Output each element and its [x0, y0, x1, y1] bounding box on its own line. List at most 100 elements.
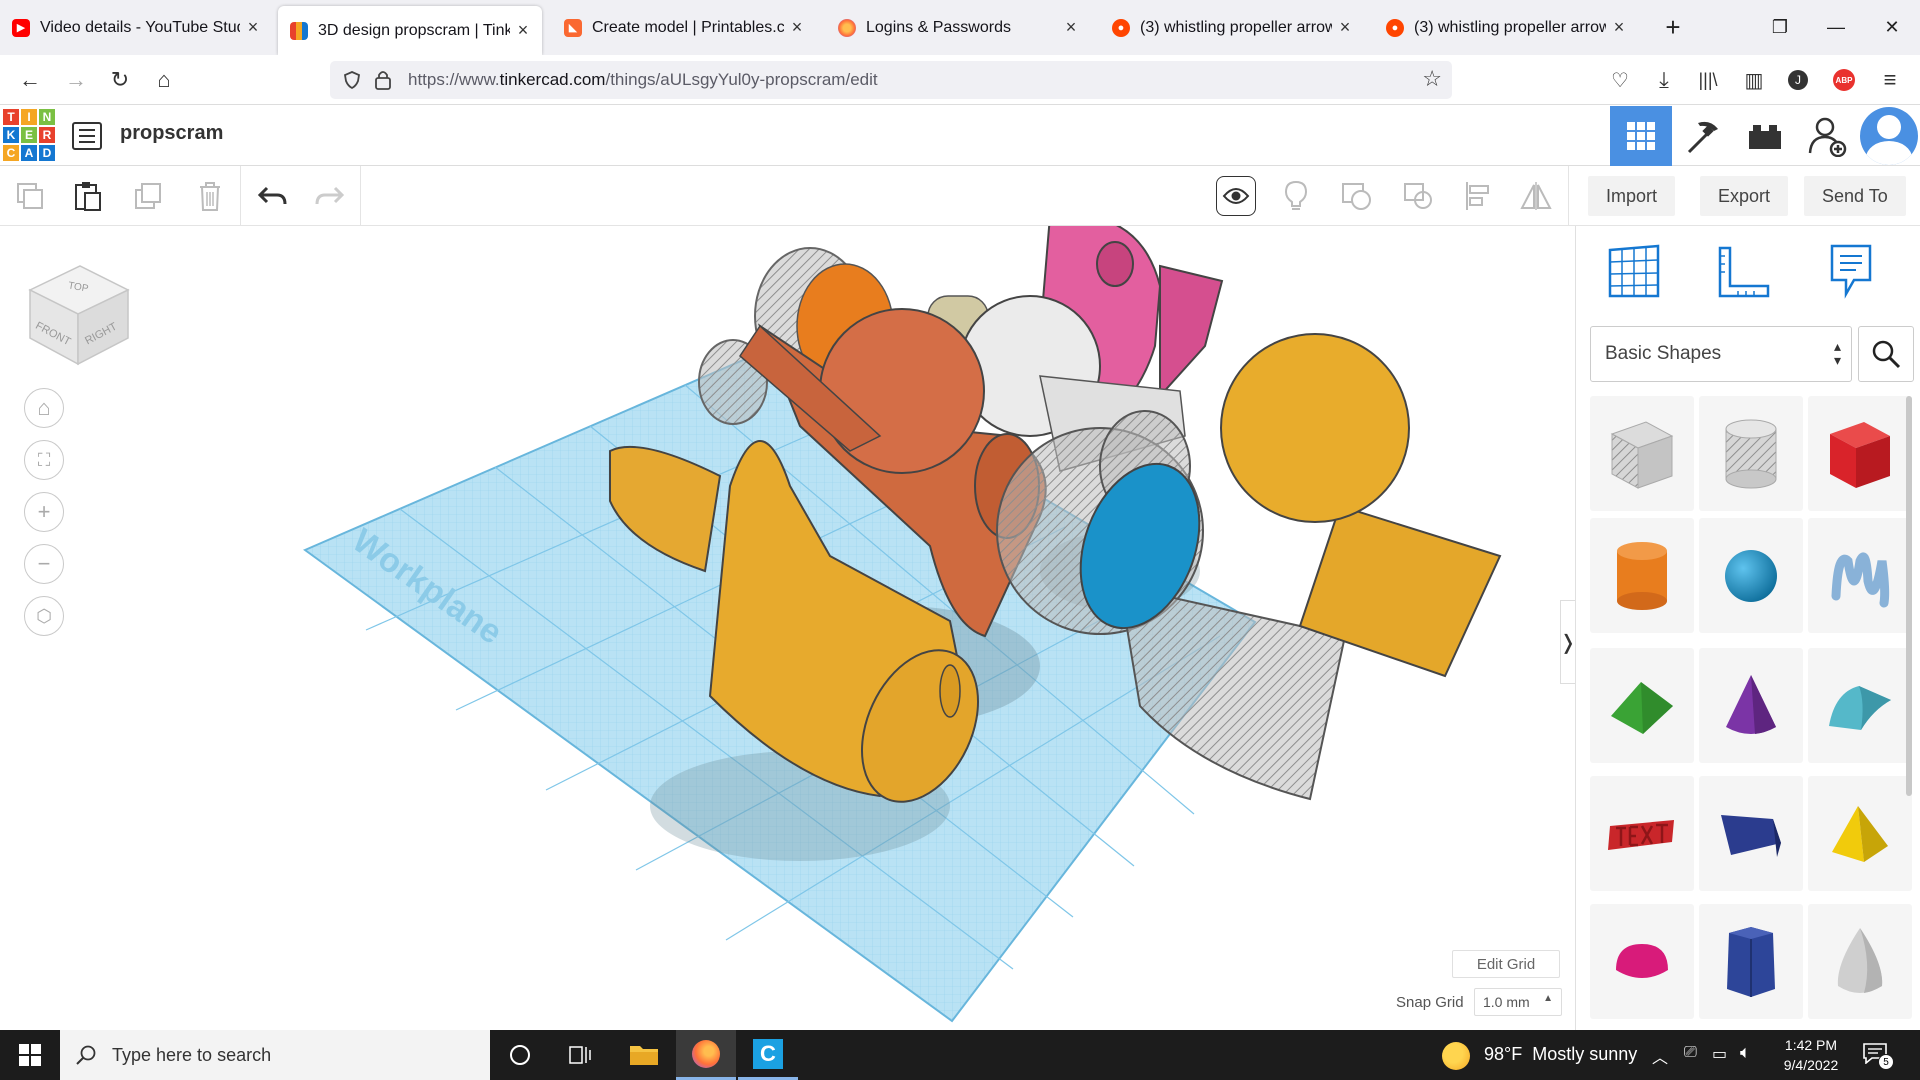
invite-user-button[interactable]	[1796, 106, 1858, 166]
snap-grid-select[interactable]: 1.0 mm ▲	[1474, 988, 1562, 1016]
ruler-tool-button[interactable]	[1716, 244, 1772, 305]
start-button[interactable]	[0, 1030, 60, 1080]
browser-tab[interactable]: ● (3) whistling propeller arrowhe ×	[1374, 0, 1638, 55]
close-tab-icon[interactable]: ×	[514, 20, 532, 41]
shape-tile-round-roof[interactable]	[1808, 648, 1912, 763]
shape-tile-pyramid[interactable]	[1808, 776, 1912, 891]
delete-icon[interactable]	[192, 178, 228, 214]
duplicate-icon[interactable]	[130, 178, 166, 214]
send-to-button[interactable]: Send To	[1804, 176, 1906, 216]
cortana-button[interactable]	[490, 1030, 550, 1080]
home-button[interactable]: ⌂	[148, 65, 180, 95]
url-bar[interactable]: https://www.tinkercad.com/things/aULsgyY…	[330, 61, 1452, 99]
fit-view-button[interactable]: ⛶	[24, 440, 64, 480]
notes-tool-button[interactable]	[1828, 242, 1874, 305]
weather-status[interactable]: 98°F Mostly sunny	[1484, 1044, 1637, 1065]
close-window-button[interactable]: ✕	[1864, 0, 1920, 55]
tinkercad-logo[interactable]: T I N K E R C A D	[3, 109, 57, 163]
panel-toggle-button[interactable]: ❭	[1560, 600, 1575, 684]
new-tab-button[interactable]: +	[1648, 0, 1698, 55]
align-icon[interactable]	[1460, 178, 1496, 214]
restore-window-button[interactable]: ❐	[1752, 0, 1808, 55]
close-tab-icon[interactable]: ×	[244, 17, 262, 38]
view-cube[interactable]: TOP FRONT RIGHT	[24, 256, 134, 366]
shape-tile-roof[interactable]	[1590, 648, 1694, 763]
shape-tile-box[interactable]	[1808, 396, 1912, 511]
shape-tile-paraboloid[interactable]	[1808, 904, 1912, 1019]
workplane-tool-button[interactable]	[1606, 242, 1662, 305]
user-avatar[interactable]	[1858, 106, 1920, 166]
bookmark-star-icon[interactable]: ☆	[1422, 66, 1442, 92]
menu-icon[interactable]: ≡	[1874, 65, 1906, 95]
edit-grid-button[interactable]: Edit Grid	[1452, 950, 1560, 978]
browser-tab[interactable]: ◣ Create model | Printables.com ×	[552, 0, 816, 55]
close-tab-icon[interactable]: ×	[1062, 17, 1080, 38]
copy-icon[interactable]	[12, 178, 48, 214]
home-view-button[interactable]: ⌂	[24, 388, 64, 428]
forward-button[interactable]: →	[60, 65, 92, 95]
profile-icon[interactable]: J	[1782, 65, 1814, 95]
browser-tab-active[interactable]: 3D design propscram | Tinkerc ×	[278, 6, 542, 55]
close-tab-icon[interactable]: ×	[1336, 17, 1354, 38]
reload-button[interactable]: ↻	[104, 65, 136, 95]
3d-workspace[interactable]: Workplane TOP FRONT RIGHT ⌂ ⛶ + − ⬡ Edit…	[0, 226, 1575, 1030]
shape-search-button[interactable]	[1858, 326, 1914, 382]
3d-view-button[interactable]	[1610, 106, 1672, 166]
close-tab-icon[interactable]: ×	[1610, 17, 1628, 38]
notifications-button[interactable]: 5	[1862, 1042, 1894, 1070]
back-button[interactable]: ←	[14, 65, 46, 95]
shape-tile-polygon[interactable]	[1699, 904, 1803, 1019]
lock-icon[interactable]	[374, 69, 392, 91]
adblock-icon[interactable]: ABP	[1828, 65, 1860, 95]
shape-tile-sphere[interactable]	[1699, 518, 1803, 633]
undo-icon[interactable]	[254, 178, 290, 214]
browser-tab[interactable]: Logins & Passwords ×	[826, 0, 1090, 55]
minimize-window-button[interactable]: —	[1808, 0, 1864, 55]
browser-tab[interactable]: ● (3) whistling propeller arrowhe ×	[1100, 0, 1364, 55]
app-c-taskbar-button[interactable]: C	[738, 1030, 798, 1080]
volume-icon[interactable]: 🔈︎	[1740, 1042, 1751, 1063]
shape-tile-cylinder[interactable]	[1590, 518, 1694, 633]
sidebar-icon[interactable]: ▥	[1738, 65, 1770, 95]
group-icon[interactable]	[1338, 178, 1374, 214]
project-name[interactable]: propscram	[120, 122, 223, 145]
shield-icon[interactable]	[342, 70, 362, 90]
file-explorer-button[interactable]	[614, 1030, 674, 1080]
import-button[interactable]: Import	[1588, 176, 1676, 216]
ortho-view-button[interactable]: ⬡	[24, 596, 64, 636]
ungroup-icon[interactable]	[1400, 178, 1436, 214]
clock[interactable]: 1:42 PM 9/4/2022	[1776, 1035, 1846, 1075]
download-icon[interactable]: ⤓	[1648, 65, 1680, 95]
lightbulb-icon[interactable]	[1278, 178, 1314, 214]
shape-tile-wedge[interactable]	[1699, 776, 1803, 891]
shape-tile-text[interactable]	[1590, 776, 1694, 891]
zoom-in-button[interactable]: +	[24, 492, 64, 532]
bricks-view-button[interactable]	[1734, 106, 1796, 166]
paste-icon[interactable]	[70, 178, 106, 214]
mirror-icon[interactable]	[1518, 178, 1554, 214]
library-icon[interactable]: |||\	[1692, 65, 1724, 95]
scene-canvas[interactable]: Workplane	[0, 226, 1575, 1030]
zoom-out-button[interactable]: −	[24, 544, 64, 584]
shapes-scrollbar[interactable]	[1906, 396, 1912, 796]
blocks-view-button[interactable]	[1672, 106, 1734, 166]
pocket-icon[interactable]: ♡	[1604, 65, 1636, 95]
notes-visibility-icon[interactable]	[1216, 176, 1256, 216]
shape-tile-cone[interactable]	[1699, 648, 1803, 763]
browser-tab[interactable]: ▶ Video details - YouTube Studio ×	[0, 0, 272, 55]
shape-tile-scribble[interactable]	[1808, 518, 1912, 633]
taskbar-search-box[interactable]: Type here to search	[60, 1030, 490, 1080]
design-list-icon[interactable]	[72, 122, 102, 150]
shape-tile-box-hole[interactable]	[1590, 396, 1694, 511]
redo-icon[interactable]	[312, 178, 348, 214]
shape-tile-cylinder-hole[interactable]	[1699, 396, 1803, 511]
tray-device-icon[interactable]: ⎚	[1684, 1044, 1697, 1062]
close-tab-icon[interactable]: ×	[788, 17, 806, 38]
tray-chevron-icon[interactable]: ︿	[1652, 1044, 1668, 1068]
battery-icon[interactable]: ▭	[1712, 1044, 1727, 1064]
task-view-button[interactable]	[550, 1030, 610, 1080]
shape-category-select[interactable]: Basic Shapes ▴ ▾	[1590, 326, 1852, 382]
firefox-taskbar-button[interactable]	[676, 1030, 736, 1080]
shape-tile-half-sphere[interactable]	[1590, 904, 1694, 1019]
export-button[interactable]: Export	[1700, 176, 1789, 216]
